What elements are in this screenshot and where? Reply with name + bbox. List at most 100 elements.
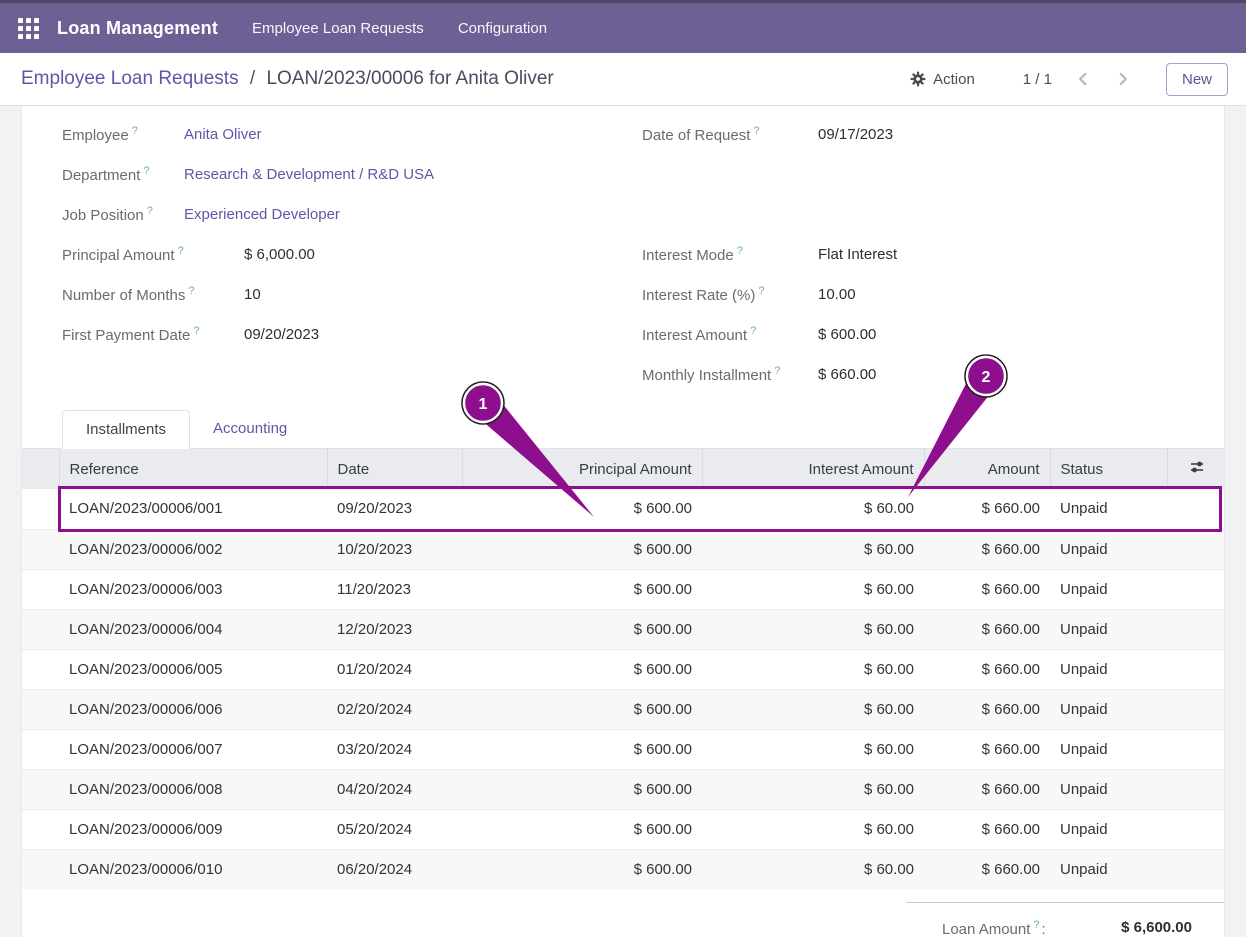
cell-status: Unpaid bbox=[1050, 569, 1167, 609]
nav-menu-employee-loan-requests[interactable]: Employee Loan Requests bbox=[252, 20, 424, 37]
pager-next-icon[interactable] bbox=[1114, 70, 1132, 88]
field-value-interest-rate[interactable]: 10.00 bbox=[818, 286, 856, 303]
tab-installments[interactable]: Installments bbox=[62, 410, 190, 449]
cell-principal: $ 600.00 bbox=[462, 689, 702, 729]
cell-amount: $ 660.00 bbox=[924, 489, 1050, 529]
field-monthly-installment: Monthly Installment? $ 660.00 bbox=[642, 354, 1182, 394]
cell-reference: LOAN/2023/00006/004 bbox=[59, 609, 327, 649]
breadcrumb-current: LOAN/2023/00006 for Anita Oliver bbox=[266, 68, 553, 89]
field-value-employee[interactable]: Anita Oliver bbox=[184, 126, 262, 143]
field-label: Interest Rate (%) bbox=[642, 287, 755, 304]
table-row[interactable]: LOAN/2023/00006/00501/20/2024$ 600.00$ 6… bbox=[22, 649, 1225, 689]
cell-status: Unpaid bbox=[1050, 769, 1167, 809]
cell-reference: LOAN/2023/00006/003 bbox=[59, 569, 327, 609]
field-value-number-of-months[interactable]: 10 bbox=[244, 286, 261, 303]
help-icon: ? bbox=[147, 205, 153, 217]
cell-date: 03/20/2024 bbox=[327, 729, 462, 769]
field-value-department[interactable]: Research & Development / R&D USA bbox=[184, 166, 434, 183]
cell-status: Unpaid bbox=[1050, 689, 1167, 729]
notebook: Installments Accounting Reference Date P… bbox=[22, 410, 1224, 889]
field-value-first-payment-date[interactable]: 09/20/2023 bbox=[244, 326, 319, 343]
tab-accounting[interactable]: Accounting bbox=[190, 410, 310, 448]
cell-principal: $ 600.00 bbox=[462, 729, 702, 769]
help-icon: ? bbox=[132, 125, 138, 137]
table-row[interactable]: LOAN/2023/00006/00412/20/2023$ 600.00$ 6… bbox=[22, 609, 1225, 649]
field-value-interest-mode[interactable]: Flat Interest bbox=[818, 246, 897, 263]
field-interest-mode: Interest Mode? Flat Interest bbox=[642, 234, 1182, 274]
cell-status: Unpaid bbox=[1050, 809, 1167, 849]
cell-date: 01/20/2024 bbox=[327, 649, 462, 689]
form-fields: Employee? Anita Oliver Department? Resea… bbox=[22, 106, 1224, 394]
cell-status: Unpaid bbox=[1050, 649, 1167, 689]
cell-reference: LOAN/2023/00006/010 bbox=[59, 849, 327, 889]
cell-amount: $ 660.00 bbox=[924, 809, 1050, 849]
field-value-monthly-installment[interactable]: $ 660.00 bbox=[818, 366, 876, 383]
table-row[interactable]: LOAN/2023/00006/00905/20/2024$ 600.00$ 6… bbox=[22, 809, 1225, 849]
field-label: Employee bbox=[62, 127, 129, 144]
form-sheet: Employee? Anita Oliver Department? Resea… bbox=[21, 106, 1225, 937]
app-title: Loan Management bbox=[57, 18, 218, 39]
cell-interest: $ 60.00 bbox=[702, 489, 924, 529]
field-label: Job Position bbox=[62, 207, 144, 224]
table-row[interactable]: LOAN/2023/00006/00703/20/2024$ 600.00$ 6… bbox=[22, 729, 1225, 769]
spacer bbox=[642, 194, 1182, 234]
cell-interest: $ 60.00 bbox=[702, 689, 924, 729]
cell-reference: LOAN/2023/00006/007 bbox=[59, 729, 327, 769]
column-header-reference[interactable]: Reference bbox=[59, 449, 327, 489]
table-row[interactable]: LOAN/2023/00006/00602/20/2024$ 600.00$ 6… bbox=[22, 689, 1225, 729]
field-label: Principal Amount bbox=[62, 247, 175, 264]
help-icon: ? bbox=[774, 365, 780, 377]
cell-principal: $ 600.00 bbox=[462, 769, 702, 809]
field-label: Number of Months bbox=[62, 287, 185, 304]
field-interest-rate: Interest Rate (%)? 10.00 bbox=[642, 274, 1182, 314]
column-header-principal-amount[interactable]: Principal Amount bbox=[462, 449, 702, 489]
cell-date: 12/20/2023 bbox=[327, 609, 462, 649]
help-icon: ? bbox=[178, 245, 184, 257]
help-icon: ? bbox=[1033, 919, 1039, 931]
help-icon: ? bbox=[193, 325, 199, 337]
table-row[interactable]: LOAN/2023/00006/00109/20/2023$ 600.00$ 6… bbox=[22, 489, 1225, 529]
field-label: Date of Request bbox=[642, 127, 750, 144]
cell-principal: $ 600.00 bbox=[462, 849, 702, 889]
field-value-job-position[interactable]: Experienced Developer bbox=[184, 206, 340, 223]
action-label: Action bbox=[933, 71, 975, 88]
new-button[interactable]: New bbox=[1166, 63, 1228, 96]
tab-strip: Installments Accounting bbox=[22, 410, 1224, 449]
breadcrumb-separator: / bbox=[250, 68, 255, 89]
cell-interest: $ 60.00 bbox=[702, 729, 924, 769]
optional-columns-icon[interactable] bbox=[1167, 449, 1225, 489]
column-header-status[interactable]: Status bbox=[1050, 449, 1167, 489]
table-row[interactable]: LOAN/2023/00006/00804/20/2024$ 600.00$ 6… bbox=[22, 769, 1225, 809]
cell-amount: $ 660.00 bbox=[924, 769, 1050, 809]
cell-reference: LOAN/2023/00006/008 bbox=[59, 769, 327, 809]
control-panel: Employee Loan Requests / LOAN/2023/00006… bbox=[0, 53, 1246, 106]
field-department: Department? Research & Development / R&D… bbox=[62, 154, 622, 194]
column-header-amount[interactable]: Amount bbox=[924, 449, 1050, 489]
action-button[interactable]: Action bbox=[910, 71, 975, 88]
cell-amount: $ 660.00 bbox=[924, 729, 1050, 769]
field-value-principal-amount[interactable]: $ 6,000.00 bbox=[244, 246, 315, 263]
field-job-position: Job Position? Experienced Developer bbox=[62, 194, 622, 234]
cell-amount: $ 660.00 bbox=[924, 529, 1050, 569]
table-row[interactable]: LOAN/2023/00006/00311/20/2023$ 600.00 $ 6… bbox=[22, 569, 1225, 609]
pager-previous-icon[interactable] bbox=[1074, 70, 1092, 88]
column-header-interest-amount[interactable]: Interest Amount bbox=[702, 449, 924, 489]
cell-status: Unpaid bbox=[1050, 729, 1167, 769]
help-icon: ? bbox=[737, 245, 743, 257]
cell-principal: $ 600.00 bbox=[462, 569, 702, 609]
table-row[interactable]: LOAN/2023/00006/01006/20/2024$ 600.00$ 6… bbox=[22, 849, 1225, 889]
breadcrumb-link[interactable]: Employee Loan Requests bbox=[21, 68, 239, 89]
table-row[interactable]: LOAN/2023/00006/00210/20/2023$ 600.00$ 6… bbox=[22, 529, 1225, 569]
help-icon: ? bbox=[143, 165, 149, 177]
breadcrumb: Employee Loan Requests / LOAN/2023/00006… bbox=[21, 68, 554, 90]
column-header-date[interactable]: Date bbox=[327, 449, 462, 489]
apps-menu-icon[interactable] bbox=[18, 18, 39, 39]
nav-menu-configuration[interactable]: Configuration bbox=[458, 20, 547, 37]
field-value-interest-amount[interactable]: $ 600.00 bbox=[818, 326, 876, 343]
cell-amount: $ 660.00 bbox=[924, 569, 1050, 609]
top-navbar: Loan Management Employee Loan Requests C… bbox=[0, 0, 1246, 53]
cell-date: 11/20/2023 bbox=[327, 569, 462, 609]
field-label: Interest Mode bbox=[642, 247, 734, 264]
field-value-date-of-request[interactable]: 09/17/2023 bbox=[818, 126, 893, 143]
cell-status: Unpaid bbox=[1050, 529, 1167, 569]
